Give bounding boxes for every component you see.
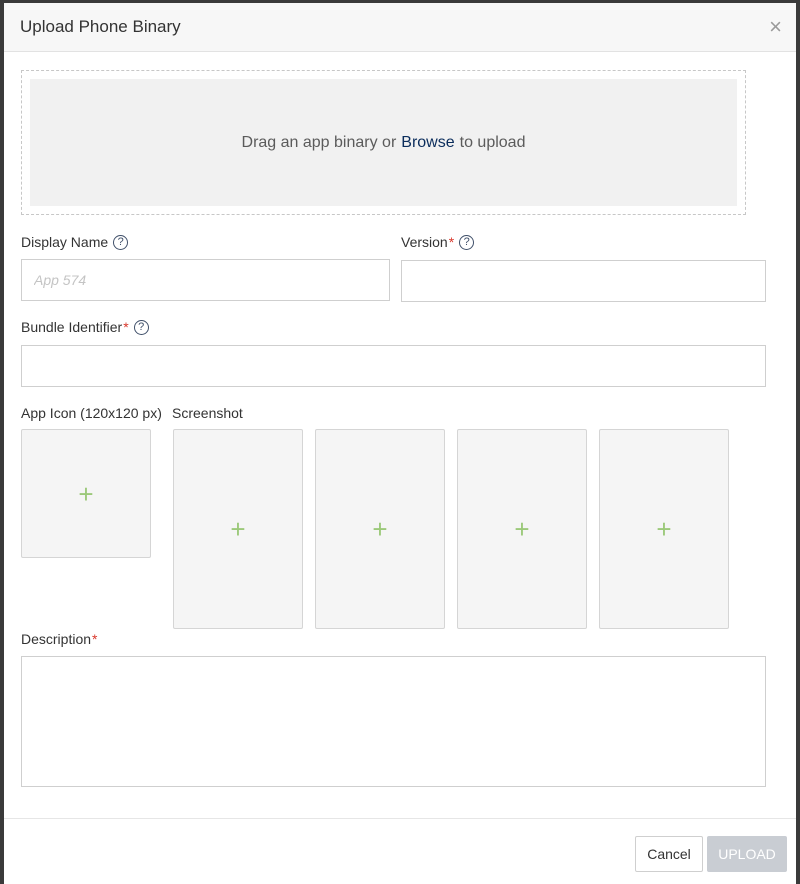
screenshot-upload-tile-3[interactable]: + [457,429,587,629]
version-label-row: Version * ? [401,234,475,250]
description-required-mark: * [92,631,98,647]
version-input[interactable] [401,260,766,302]
dialog-header: Upload Phone Binary × [4,3,796,52]
screenshot-upload-tile-4[interactable]: + [599,429,729,629]
bundle-identifier-label: Bundle Identifier [21,319,123,335]
upload-button[interactable]: UPLOAD [707,836,787,872]
display-name-input[interactable] [21,259,390,301]
dialog-title: Upload Phone Binary [20,17,181,36]
app-icon-upload-tile[interactable]: + [21,429,151,558]
plus-icon: + [78,478,94,509]
plus-icon: + [230,514,246,544]
plus-icon: + [514,514,530,544]
plus-icon: + [372,514,388,544]
plus-icon: + [656,514,672,544]
dropzone-text-after: to upload [459,133,526,151]
version-help-icon[interactable]: ? [459,234,475,250]
screenshot-upload-tile-2[interactable]: + [315,429,445,629]
dropzone-area[interactable]: Drag an app binary or Browse to upload [30,79,737,206]
version-required-mark: * [448,234,455,250]
app-icon-label-text: App Icon (120x120 px) [21,405,162,421]
display-name-help-icon[interactable]: ? [113,234,129,250]
bundle-identifier-label-row: Bundle Identifier * ? [21,319,149,335]
close-icon[interactable]: × [769,16,782,38]
screenshot-label-text: Screenshot [172,405,243,421]
description-textarea[interactable] [21,656,766,787]
footer-divider [4,818,796,819]
screenshot-upload-tile-1[interactable]: + [173,429,303,629]
bundle-identifier-input[interactable] [21,345,766,387]
description-label-row: Description * [21,631,97,647]
screenshot-label: Screenshot [172,405,243,421]
dropzone-text-before: Drag an app binary or [241,133,397,151]
bundle-identifier-help-icon[interactable]: ? [133,319,149,335]
app-icon-label: App Icon (120x120 px) [21,405,162,421]
description-label: Description [21,631,92,647]
display-name-label: Display Name [21,234,109,250]
bundle-identifier-required-mark: * [123,319,129,335]
display-name-label-row: Display Name ? [21,234,129,250]
binary-dropzone[interactable]: Drag an app binary or Browse to upload [21,70,746,215]
version-label: Version [401,234,448,250]
upload-dialog: Upload Phone Binary × Drag an app binary… [4,3,796,884]
cancel-button[interactable]: Cancel [635,836,703,872]
browse-link[interactable]: Browse [401,134,454,152]
